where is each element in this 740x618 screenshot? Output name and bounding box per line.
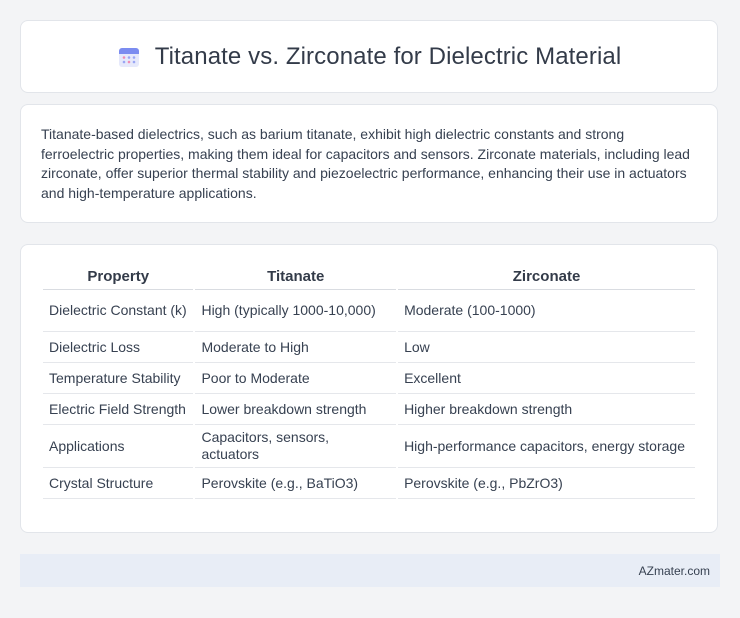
titanate-cell: Moderate to High	[195, 332, 397, 363]
zirconate-cell: Moderate (100-1000)	[398, 290, 695, 332]
page-title: Titanate vs. Zirconate for Dielectric Ma…	[154, 42, 622, 70]
title-wrap: Titanate vs. Zirconate for Dielectric Ma…	[117, 43, 622, 71]
zirconate-cell: Higher breakdown strength	[398, 394, 695, 425]
header-card: Titanate vs. Zirconate for Dielectric Ma…	[20, 20, 718, 93]
table-header-row: Property Titanate Zirconate	[43, 263, 695, 290]
footer-site-link[interactable]: AZmater.com	[639, 564, 710, 578]
titanate-cell: Lower breakdown strength	[195, 394, 397, 425]
property-cell: Crystal Structure	[43, 468, 194, 499]
summary-text: Titanate-based dielectrics, such as bari…	[41, 126, 690, 201]
comparison-card: Property Titanate Zirconate Dielectric C…	[20, 244, 718, 533]
property-cell: Dielectric Constant (k)	[43, 290, 194, 332]
comparison-table: Property Titanate Zirconate Dielectric C…	[41, 263, 697, 499]
table-row: Dielectric Constant (k) High (typically …	[43, 290, 695, 332]
table-row: Crystal Structure Perovskite (e.g., BaTi…	[43, 468, 695, 499]
calendar-icon	[117, 45, 141, 69]
zirconate-cell: Low	[398, 332, 695, 363]
zirconate-cell: Excellent	[398, 363, 695, 394]
summary-card: Titanate-based dielectrics, such as bari…	[20, 104, 718, 223]
column-header-zirconate: Zirconate	[398, 263, 695, 290]
column-header-property: Property	[43, 263, 194, 290]
table-row: Electric Field Strength Lower breakdown …	[43, 394, 695, 425]
zirconate-cell: Perovskite (e.g., PbZrO3)	[398, 468, 695, 499]
table-row: Applications Capacitors, sensors, actuat…	[43, 425, 695, 468]
column-header-titanate: Titanate	[195, 263, 397, 290]
table-row: Temperature Stability Poor to Moderate E…	[43, 363, 695, 394]
titanate-cell: Capacitors, sensors, actuators	[195, 425, 397, 468]
property-cell: Dielectric Loss	[43, 332, 194, 363]
titanate-cell: High (typically 1000-10,000)	[195, 290, 397, 332]
zirconate-cell: High-performance capacitors, energy stor…	[398, 425, 695, 468]
titanate-cell: Perovskite (e.g., BaTiO3)	[195, 468, 397, 499]
table-row: Dielectric Loss Moderate to High Low	[43, 332, 695, 363]
footer: AZmater.com	[20, 554, 720, 587]
property-cell: Electric Field Strength	[43, 394, 194, 425]
property-cell: Applications	[43, 425, 194, 468]
titanate-cell: Poor to Moderate	[195, 363, 397, 394]
property-cell: Temperature Stability	[43, 363, 194, 394]
